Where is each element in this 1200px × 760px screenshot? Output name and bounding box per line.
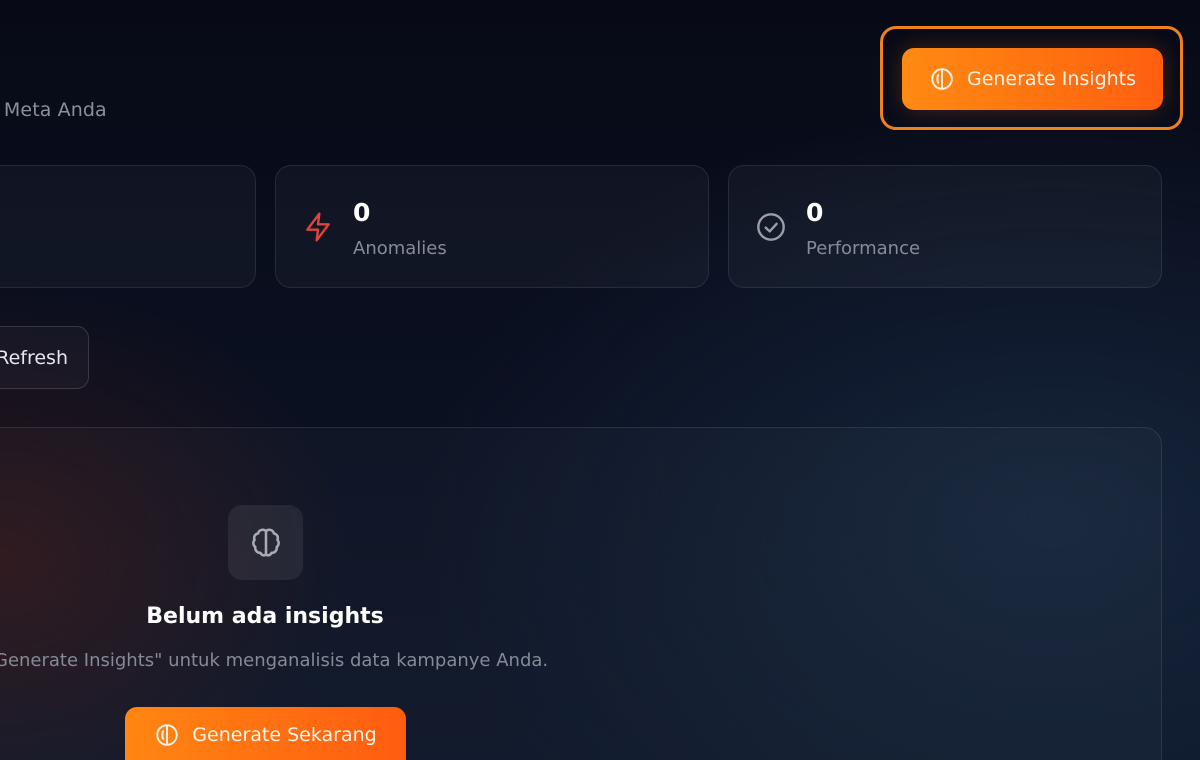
page-subtitle: e Meta Anda: [0, 99, 107, 121]
generate-insights-label: Generate Insights: [966, 68, 1137, 90]
brain-icon: [156, 724, 179, 746]
anomalies-count: 0: [353, 198, 371, 227]
anomalies-label: Anomalies: [353, 238, 447, 259]
generate-now-button[interactable]: Generate Sekarang: [125, 707, 406, 760]
generate-now-label: Generate Sekarang: [192, 724, 377, 746]
brain-icon: [251, 528, 280, 557]
generate-insights-button[interactable]: Generate Insights: [902, 48, 1163, 110]
zap-icon: [306, 212, 330, 242]
performance-count: 0: [806, 198, 824, 227]
performance-label: Performance: [806, 238, 921, 259]
stat-card-anomalies: 0 Anomalies: [275, 165, 709, 288]
brain-icon: [931, 68, 953, 90]
check-circle-icon: [757, 213, 785, 241]
refresh-label: Refresh: [0, 346, 68, 369]
empty-state-icon-box: [228, 505, 303, 580]
stat-card-performance: 0 Performance: [728, 165, 1162, 288]
refresh-button[interactable]: Refresh: [0, 326, 89, 389]
empty-state-description: Generate Insights" untuk menganalisis da…: [0, 650, 549, 671]
stat-card-partial: [0, 165, 256, 288]
empty-state-title: Belum ada insights: [146, 604, 384, 629]
